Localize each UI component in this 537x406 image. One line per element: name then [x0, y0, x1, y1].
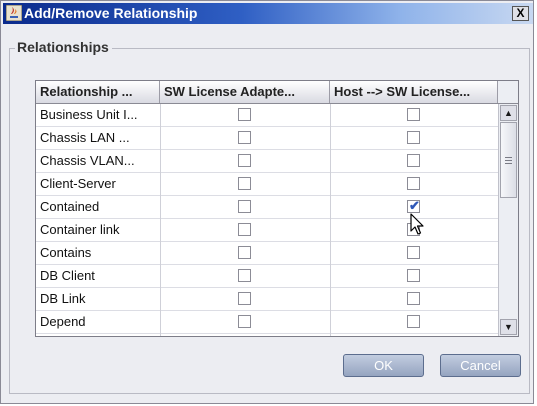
vertical-scrollbar[interactable]: ▲ ▼ — [498, 104, 518, 336]
table-header: Relationship ... SW License Adapte... Ho… — [36, 81, 498, 104]
table-row[interactable]: Chassis VLAN... — [36, 150, 498, 173]
column-header-sw-license-adapter[interactable]: SW License Adapte... — [160, 81, 330, 103]
sw-license-adapter-checkbox[interactable] — [238, 200, 251, 213]
relationship-name-cell: Chassis VLAN... — [40, 153, 135, 168]
grip-line — [505, 157, 512, 158]
host-sw-license-checkbox[interactable] — [407, 246, 420, 259]
header-corner — [498, 81, 518, 104]
scrollbar-thumb[interactable] — [500, 122, 517, 198]
host-sw-license-checkbox[interactable] — [407, 154, 420, 167]
table-row[interactable]: Client-Server — [36, 173, 498, 196]
cancel-button[interactable]: Cancel — [440, 354, 521, 377]
table-row[interactable]: Depend — [36, 311, 498, 334]
table-row[interactable]: Business Unit I... — [36, 104, 498, 127]
host-sw-license-checkbox[interactable] — [407, 292, 420, 305]
scroll-down-arrow-icon[interactable]: ▼ — [500, 319, 517, 335]
table-row[interactable]: Contains — [36, 242, 498, 265]
relationship-name-cell: Contained — [40, 199, 100, 214]
scroll-up-arrow-icon[interactable]: ▲ — [500, 105, 517, 121]
close-button[interactable]: X — [512, 6, 529, 21]
table-row[interactable]: DB Client — [36, 265, 498, 288]
column-divider — [160, 104, 161, 336]
table-row[interactable]: Contained ✔ — [36, 196, 498, 219]
relationship-name-cell: Contains — [40, 245, 92, 260]
dialog-title: Add/Remove Relationship — [24, 5, 198, 21]
table-row[interactable]: DB Link — [36, 288, 498, 311]
column-header-relationship[interactable]: Relationship ... — [36, 81, 160, 103]
checkmark-icon: ✔ — [409, 198, 420, 213]
sw-license-adapter-checkbox[interactable] — [238, 131, 251, 144]
sw-license-adapter-checkbox[interactable] — [238, 315, 251, 328]
relationships-group-title: Relationships — [15, 39, 112, 56]
sw-license-adapter-checkbox[interactable] — [238, 154, 251, 167]
table-row[interactable]: Chassis LAN ... — [36, 127, 498, 150]
title-bar[interactable]: Add/Remove Relationship X — [3, 3, 533, 24]
host-sw-license-checkbox[interactable] — [407, 131, 420, 144]
sw-license-adapter-checkbox[interactable] — [238, 292, 251, 305]
ok-button[interactable]: OK — [343, 354, 424, 377]
relationship-name-cell: DB Client — [40, 268, 95, 283]
mouse-pointer-icon — [410, 213, 424, 235]
sw-license-adapter-checkbox[interactable] — [238, 246, 251, 259]
host-sw-license-checkbox[interactable] — [407, 177, 420, 190]
sw-license-adapter-checkbox[interactable] — [238, 223, 251, 236]
host-sw-license-checkbox[interactable]: ✔ — [407, 198, 420, 213]
sw-license-adapter-checkbox[interactable] — [238, 108, 251, 121]
add-remove-relationship-dialog: Add/Remove Relationship X Relationships … — [0, 0, 534, 404]
relationship-name-cell: DB Link — [40, 291, 86, 306]
sw-license-adapter-checkbox[interactable] — [238, 177, 251, 190]
java-app-icon — [6, 5, 22, 21]
table-row[interactable]: Container link — [36, 219, 498, 242]
relationship-name-cell: Client-Server — [40, 176, 116, 191]
host-sw-license-checkbox[interactable] — [407, 269, 420, 282]
host-sw-license-checkbox[interactable] — [407, 315, 420, 328]
relationships-table: Relationship ... SW License Adapte... Ho… — [35, 80, 519, 337]
relationship-name-cell: Container link — [40, 222, 120, 237]
column-divider — [330, 104, 331, 336]
relationship-name-cell: Chassis LAN ... — [40, 130, 130, 145]
host-sw-license-checkbox[interactable] — [407, 108, 420, 121]
grip-line — [505, 160, 512, 161]
sw-license-adapter-checkbox[interactable] — [238, 269, 251, 282]
relationship-name-cell: Depend — [40, 314, 86, 329]
grip-line — [505, 163, 512, 164]
column-header-host-sw-license[interactable]: Host --> SW License... — [330, 81, 498, 103]
relationship-name-cell: Business Unit I... — [40, 107, 138, 122]
